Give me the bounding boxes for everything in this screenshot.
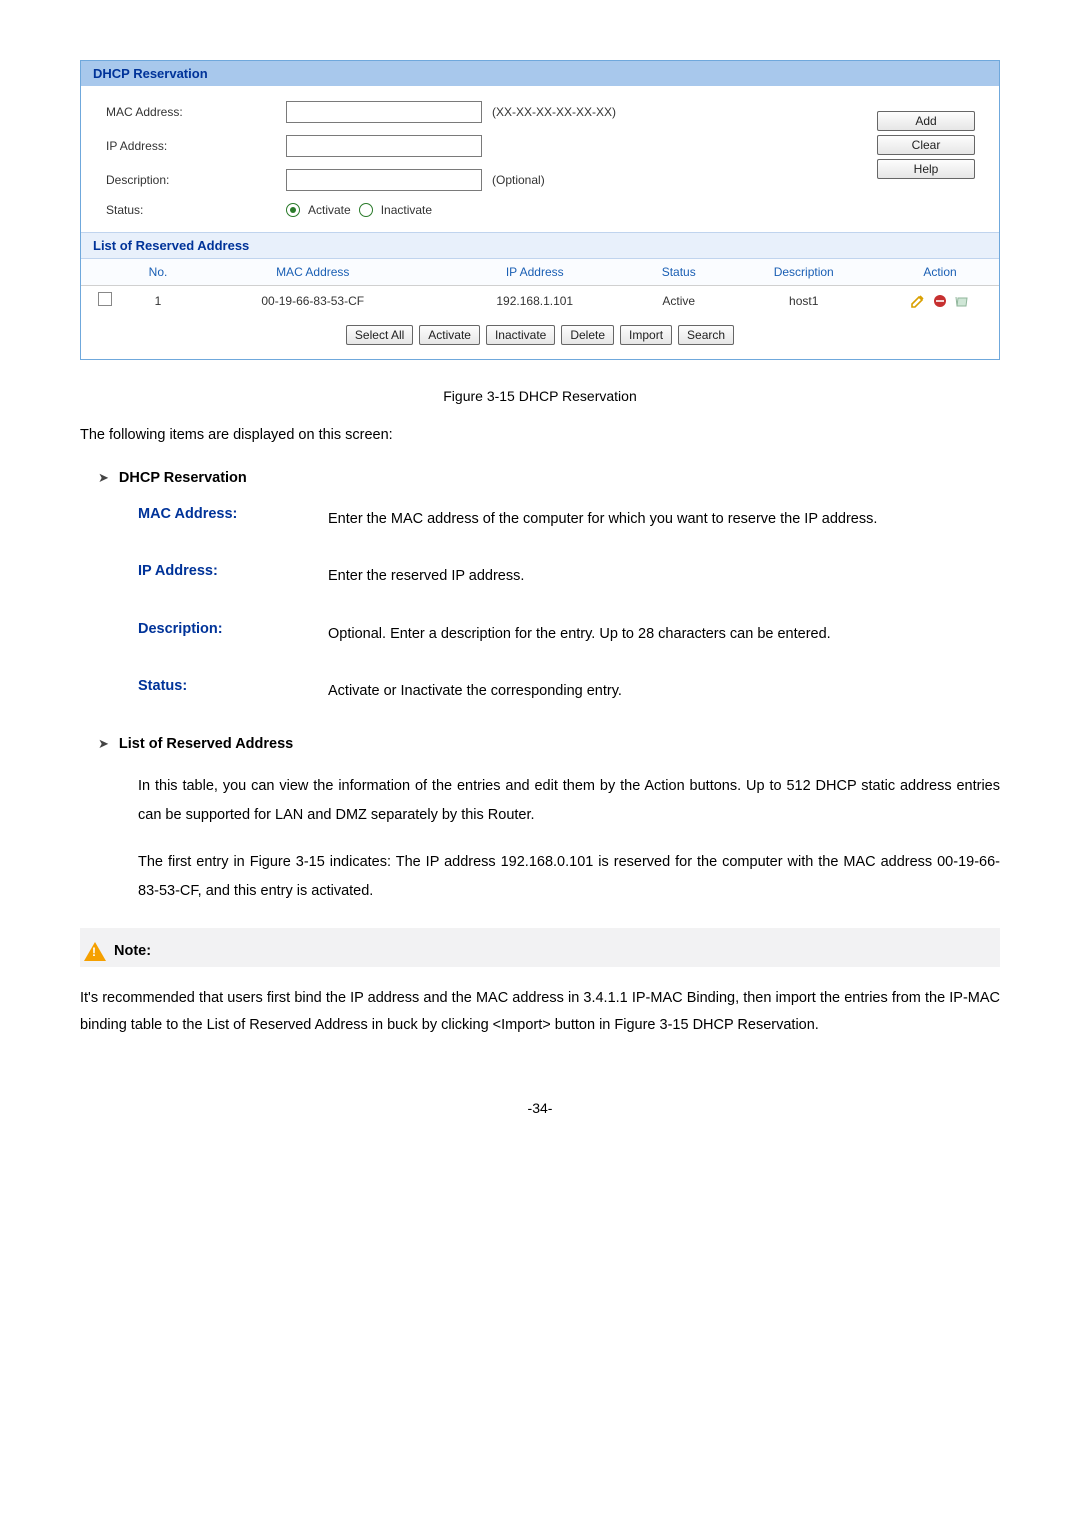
delete-icon[interactable] [932,293,948,309]
activate-button[interactable]: Activate [419,325,480,345]
cell-mac: 00-19-66-83-53-CF [187,286,438,316]
search-button[interactable]: Search [678,325,734,345]
edit-icon[interactable] [910,293,926,309]
activate-radio[interactable] [286,203,300,217]
table-button-row: Select All Activate Inactivate Delete Im… [81,315,999,359]
col-desc: Description [726,259,881,286]
inactivate-radio[interactable] [359,203,373,217]
def-ip-text: Enter the reserved IP address. [328,563,1000,591]
def-mac-label: MAC Address: [138,506,328,534]
def-desc-label: Description: [138,621,328,649]
note-title: Note: [114,943,151,959]
mac-address-input[interactable] [286,101,482,123]
ip-address-label: IP Address: [106,139,286,153]
col-mac: MAC Address [187,259,438,286]
help-button[interactable]: Help [877,159,975,179]
reserved-address-table: No. MAC Address IP Address Status Descri… [81,259,999,315]
figure-caption: Figure 3-15 DHCP Reservation [80,388,1000,404]
description-input[interactable] [286,169,482,191]
cell-ip: 192.168.1.101 [438,286,631,316]
cell-status: Active [631,286,726,316]
def-desc-text: Optional. Enter a description for the en… [328,621,1000,649]
arrow-icon: ➤ [98,470,109,486]
dhcp-reservation-panel: DHCP Reservation MAC Address: (XX-XX-XX-… [80,60,1000,360]
col-action: Action [881,259,999,286]
col-ip: IP Address [438,259,631,286]
info-icon[interactable] [954,293,970,309]
form-area: MAC Address: (XX-XX-XX-XX-XX-XX) IP Addr… [81,86,999,232]
arrow-icon: ➤ [98,736,109,752]
col-no: No. [129,259,187,286]
select-all-button[interactable]: Select All [346,325,413,345]
def-ip-label: IP Address: [138,563,328,591]
mac-format-hint: (XX-XX-XX-XX-XX-XX) [492,105,616,119]
ip-address-input[interactable] [286,135,482,157]
section-list-reserved: ➤ List of Reserved Address [98,736,1000,752]
row-checkbox[interactable] [98,292,112,306]
section-dhcp-reservation: ➤ DHCP Reservation [98,470,1000,486]
cell-desc: host1 [726,286,881,316]
status-label: Status: [106,203,286,217]
def-status-text: Activate or Inactivate the corresponding… [328,678,1000,706]
clear-button[interactable]: Clear [877,135,975,155]
panel-title: DHCP Reservation [81,61,999,86]
def-status-label: Status: [138,678,328,706]
optional-hint: (Optional) [492,173,545,187]
activate-radio-label: Activate [308,203,351,217]
list-title: List of Reserved Address [81,232,999,259]
inactivate-button[interactable]: Inactivate [486,325,555,345]
list-description-1: In this table, you can view the informat… [138,772,1000,830]
delete-button[interactable]: Delete [561,325,614,345]
add-button[interactable]: Add [877,111,975,131]
inactivate-radio-label: Inactivate [381,203,432,217]
note-body: It's recommended that users first bind t… [80,985,1000,1040]
import-button[interactable]: Import [620,325,672,345]
intro-text: The following items are displayed on thi… [80,422,1000,450]
table-row: 1 00-19-66-83-53-CF 192.168.1.101 Active… [81,286,999,316]
col-status: Status [631,259,726,286]
page-number: -34- [80,1100,1000,1116]
mac-address-label: MAC Address: [106,105,286,119]
def-mac-text: Enter the MAC address of the computer fo… [328,506,1000,534]
description-label: Description: [106,173,286,187]
cell-no: 1 [129,286,187,316]
note-box: Note: [80,928,1000,967]
list-description-2: The first entry in Figure 3-15 indicates… [138,848,1000,906]
warning-icon [84,942,106,961]
